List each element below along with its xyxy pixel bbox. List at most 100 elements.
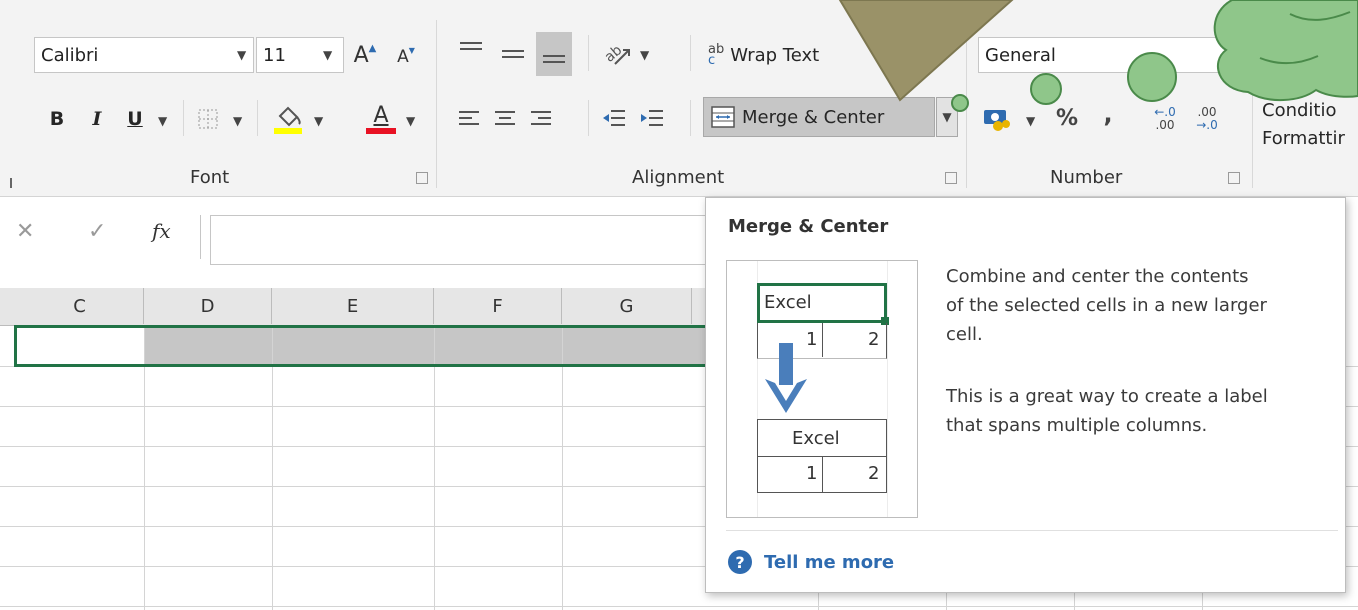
illustration-divider bbox=[822, 323, 823, 357]
chevron-down-icon: ▼ bbox=[323, 48, 333, 62]
align-left-button[interactable] bbox=[454, 102, 484, 134]
align-center-icon bbox=[495, 111, 515, 125]
decrease-indent-button[interactable] bbox=[598, 102, 630, 134]
font-name-combobox[interactable]: Calibri ▼ bbox=[34, 37, 254, 73]
tip-line: This is a great way to create a label bbox=[946, 386, 1268, 407]
font-dialog-launcher-icon[interactable] bbox=[416, 172, 428, 184]
percent-style-button[interactable]: % bbox=[1052, 100, 1082, 136]
merge-center-dropdown[interactable]: ▼ bbox=[936, 97, 958, 137]
tooltip-title: Merge & Center bbox=[728, 216, 889, 237]
chevron-down-icon: ▼ bbox=[942, 110, 952, 124]
alignment-dialog-launcher-icon[interactable] bbox=[945, 172, 957, 184]
after-label: Excel bbox=[792, 428, 840, 449]
borders-button[interactable] bbox=[193, 104, 223, 134]
accounting-icon bbox=[984, 110, 1010, 131]
italic-button[interactable]: I bbox=[82, 102, 112, 136]
text-orientation-icon: ab bbox=[602, 42, 630, 66]
align-center-button[interactable] bbox=[490, 102, 520, 134]
wrap-text-button[interactable]: ab c Wrap Text bbox=[708, 36, 868, 74]
align-right-icon bbox=[531, 111, 551, 125]
column-gridline bbox=[562, 326, 563, 610]
group-separator bbox=[966, 20, 967, 188]
increase-decimal-bottom: .00 bbox=[1155, 118, 1175, 132]
grow-font-button[interactable]: A ▲ bbox=[350, 38, 380, 72]
separator bbox=[588, 35, 589, 71]
borders-icon bbox=[198, 109, 218, 129]
wrap-text-label: Wrap Text bbox=[730, 44, 820, 66]
tell-me-more-label: Tell me more bbox=[764, 551, 895, 573]
fill-color-button[interactable] bbox=[268, 100, 308, 138]
align-left-icon bbox=[459, 111, 479, 125]
row-gridline bbox=[0, 606, 1358, 607]
column-gridline bbox=[272, 326, 273, 610]
illustration-divider bbox=[822, 457, 823, 492]
bold-button[interactable]: B bbox=[42, 102, 72, 136]
chevron-down-icon[interactable]: ▼ bbox=[314, 114, 323, 128]
bottom-align-icon bbox=[543, 55, 565, 63]
column-gridline bbox=[434, 326, 435, 610]
number-group-label: Number bbox=[1050, 167, 1123, 188]
number-format-value: General bbox=[985, 45, 1056, 66]
tell-me-more-link[interactable]: ? Tell me more bbox=[728, 550, 894, 574]
after-value: 2 bbox=[868, 463, 880, 484]
decrease-decimal-button[interactable]: .00 →.0 bbox=[1190, 102, 1224, 136]
column-header-bar: C D E F G bbox=[0, 288, 710, 326]
increase-indent-button[interactable] bbox=[636, 102, 668, 134]
column-label: F bbox=[492, 295, 503, 317]
underline-button[interactable]: U bbox=[120, 102, 150, 136]
shrink-font-button[interactable]: A ▼ bbox=[392, 42, 420, 72]
middle-align-button[interactable] bbox=[496, 35, 530, 73]
wrap-text-icon: ab c bbox=[708, 43, 724, 67]
arrow-down-icon bbox=[765, 343, 807, 413]
column-header-d[interactable]: D bbox=[144, 288, 272, 324]
formula-bar: ✕ ✓ fx bbox=[0, 197, 710, 287]
group-separator bbox=[1252, 20, 1253, 188]
column-header-g[interactable]: G bbox=[562, 288, 692, 324]
accounting-format-button[interactable] bbox=[978, 100, 1018, 136]
top-align-button[interactable] bbox=[454, 33, 488, 67]
font-group-label: Font bbox=[190, 167, 230, 188]
shrink-caret-icon: ▼ bbox=[408, 45, 415, 55]
chevron-down-icon[interactable]: ▼ bbox=[233, 114, 242, 128]
description-line: Combine and center the contents bbox=[946, 266, 1249, 287]
chevron-down-icon[interactable]: ▼ bbox=[640, 48, 649, 62]
formula-input[interactable] bbox=[210, 215, 710, 265]
cancel-formula-icon[interactable]: ✕ bbox=[16, 219, 34, 244]
comma-style-button[interactable]: , bbox=[1096, 96, 1120, 132]
font-color-button[interactable]: A bbox=[364, 100, 398, 138]
align-right-button[interactable] bbox=[526, 102, 556, 134]
chevron-down-icon[interactable]: ▼ bbox=[1026, 114, 1035, 128]
increase-decimal-button[interactable]: ←.0 .00 bbox=[1148, 102, 1182, 136]
column-gridline bbox=[144, 326, 145, 610]
separator bbox=[257, 100, 258, 136]
insert-function-icon[interactable]: fx bbox=[152, 219, 171, 243]
bottom-align-button[interactable] bbox=[536, 32, 572, 76]
enter-formula-icon[interactable]: ✓ bbox=[88, 219, 106, 244]
number-dialog-launcher-icon[interactable] bbox=[1228, 172, 1240, 184]
chevron-down-icon[interactable]: ▼ bbox=[158, 114, 167, 128]
tooltip-tip: This is a great way to create a label th… bbox=[946, 382, 1268, 440]
chevron-down-icon: ▼ bbox=[237, 48, 247, 62]
font-size-combobox[interactable]: 11 ▼ bbox=[256, 37, 344, 73]
tooltip-description: Combine and center the contents of the s… bbox=[946, 262, 1267, 349]
chevron-down-icon[interactable]: ▼ bbox=[406, 114, 415, 128]
conditional-formatting-line1: Conditio bbox=[1262, 100, 1337, 121]
decrease-indent-icon bbox=[603, 110, 625, 126]
conditional-formatting-line2: Formattir bbox=[1262, 128, 1345, 149]
column-header-f[interactable]: F bbox=[434, 288, 562, 324]
before-label: Excel bbox=[764, 292, 812, 313]
column-header-e[interactable]: E bbox=[272, 288, 434, 324]
number-format-combobox[interactable]: General bbox=[978, 37, 1240, 73]
orientation-button[interactable]: ab bbox=[598, 34, 634, 72]
before-merged-cell: Excel bbox=[757, 283, 887, 323]
merge-center-tooltip: Merge & Center Excel 1 2 Excel 1 2 Combi… bbox=[705, 197, 1346, 593]
middle-align-icon bbox=[502, 50, 524, 58]
column-label: C bbox=[73, 295, 86, 317]
svg-text:ab: ab bbox=[602, 42, 626, 66]
before-value: 2 bbox=[868, 329, 880, 350]
conditional-formatting-button[interactable]: Conditio Formattir bbox=[1262, 92, 1358, 158]
font-size-value: 11 bbox=[263, 45, 286, 66]
merge-center-button[interactable]: Merge & Center bbox=[703, 97, 935, 137]
description-line: of the selected cells in a new larger bbox=[946, 295, 1267, 316]
column-header-c[interactable]: C bbox=[16, 288, 144, 324]
